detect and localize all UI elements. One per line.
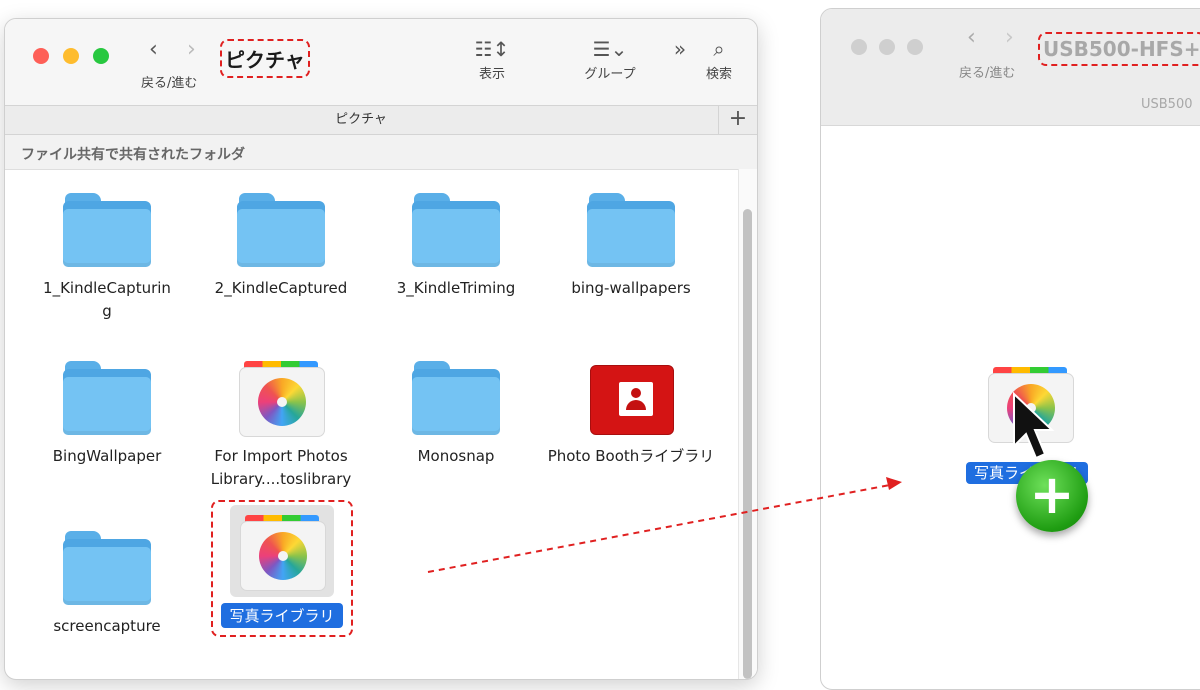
file-name: Photo Boothライブラリ	[547, 447, 715, 465]
file-item[interactable]: bing-wallpapers	[547, 191, 715, 300]
tab-bar: ピクチャ +	[5, 105, 757, 135]
divider	[821, 125, 1200, 126]
file-name: bing-wallpapers	[571, 279, 691, 297]
file-grid: 1_KindleCapturin g 2_KindleCaptured 3_Ki…	[5, 169, 739, 679]
window-title: ピクチャ	[220, 39, 310, 78]
group-button[interactable]: ☰⌄ グループ	[575, 37, 645, 82]
close-button[interactable]	[851, 39, 867, 55]
folder-icon	[63, 529, 151, 605]
minimize-button[interactable]	[63, 48, 79, 64]
finder-window-pictures: ‹ › 戻る/進む ピクチャ ☷↕ 表示 ☰⌄ グループ » ⌕ 検索 ピクチャ…	[4, 18, 758, 680]
group-label: グループ	[584, 67, 636, 82]
forward-chevron-icon[interactable]: ›	[1005, 25, 1014, 50]
scrollbar[interactable]	[738, 169, 757, 679]
window-title: USB500-HFS+	[1038, 32, 1200, 66]
file-item[interactable]: 2_KindleCaptured	[197, 191, 365, 300]
view-button[interactable]: ☷↕ 表示	[467, 37, 517, 82]
file-name-selected: 写真ライブラリ	[221, 603, 343, 628]
file-item[interactable]: Photo Boothライブラリ	[547, 359, 715, 468]
photos-library-icon	[236, 359, 326, 437]
tab-usb[interactable]: USB500	[1141, 97, 1193, 112]
view-label: 表示	[478, 67, 505, 82]
file-name: screencapture	[53, 617, 161, 635]
copy-plus-badge-icon: +	[1016, 460, 1088, 532]
file-item[interactable]: BingWallpaper	[23, 359, 191, 468]
file-name: 2_KindleCaptured	[214, 279, 348, 297]
tab-pictures[interactable]: ピクチャ	[5, 106, 717, 134]
file-name: 3_KindleTriming	[396, 279, 516, 297]
search-button[interactable]: ⌕ 検索	[702, 37, 736, 82]
close-button[interactable]	[33, 48, 49, 64]
photos-library-icon	[237, 513, 327, 591]
file-item[interactable]: 1_KindleCapturin g	[23, 191, 191, 323]
minimize-button[interactable]	[879, 39, 895, 55]
folder-icon	[237, 191, 325, 267]
section-header: ファイル共有で共有されたフォルダ	[5, 135, 757, 170]
zoom-button[interactable]	[93, 48, 109, 64]
zoom-button[interactable]	[907, 39, 923, 55]
folder-icon	[63, 359, 151, 435]
file-item[interactable]: screencapture	[23, 529, 191, 638]
double-chevron-icon: »	[673, 37, 687, 61]
grid-view-icon: ☷↕	[474, 37, 510, 61]
back-chevron-icon[interactable]: ‹	[967, 25, 976, 50]
file-name: 1_KindleCapturin g	[43, 279, 171, 320]
folder-icon	[63, 191, 151, 267]
cursor-arrow-icon	[1013, 392, 1055, 460]
folder-icon	[587, 191, 675, 267]
back-forward-label: 戻る/進む	[141, 76, 198, 91]
search-icon: ⌕	[713, 37, 725, 61]
file-item-selected[interactable]: 写真ライブラリ	[211, 500, 353, 637]
finder-window-usb: ‹ › 戻る/進む USB500-HFS+ USB500	[820, 8, 1200, 690]
selection-highlight	[230, 505, 334, 597]
scroll-thumb[interactable]	[743, 209, 752, 679]
file-item[interactable]: For Import Photos Library....toslibrary	[197, 359, 365, 491]
back-chevron-icon[interactable]: ‹	[149, 37, 158, 62]
new-tab-button[interactable]: +	[718, 106, 757, 134]
toolbar: ‹ › 戻る/進む ピクチャ ☷↕ 表示 ☰⌄ グループ » ⌕ 検索	[5, 19, 757, 105]
photo-booth-icon	[586, 359, 676, 435]
back-forward-label: 戻る/進む	[959, 66, 1016, 81]
toolbar-inactive: ‹ › 戻る/進む USB500-HFS+ USB500	[821, 9, 1200, 125]
folder-icon	[412, 191, 500, 267]
more-button[interactable]: »	[665, 37, 695, 63]
folder-icon	[412, 359, 500, 435]
forward-chevron-icon[interactable]: ›	[187, 37, 196, 62]
file-item[interactable]: Monosnap	[372, 359, 540, 468]
shared-folder-heading: ファイル共有で共有されたフォルダ	[21, 147, 245, 163]
file-name: Monosnap	[417, 447, 495, 465]
file-name: For Import Photos Library....toslibrary	[210, 447, 352, 488]
file-item[interactable]: 3_KindleTriming	[372, 191, 540, 300]
group-icon: ☰⌄	[592, 37, 628, 61]
search-label: 検索	[705, 67, 732, 82]
file-name: BingWallpaper	[52, 447, 162, 465]
